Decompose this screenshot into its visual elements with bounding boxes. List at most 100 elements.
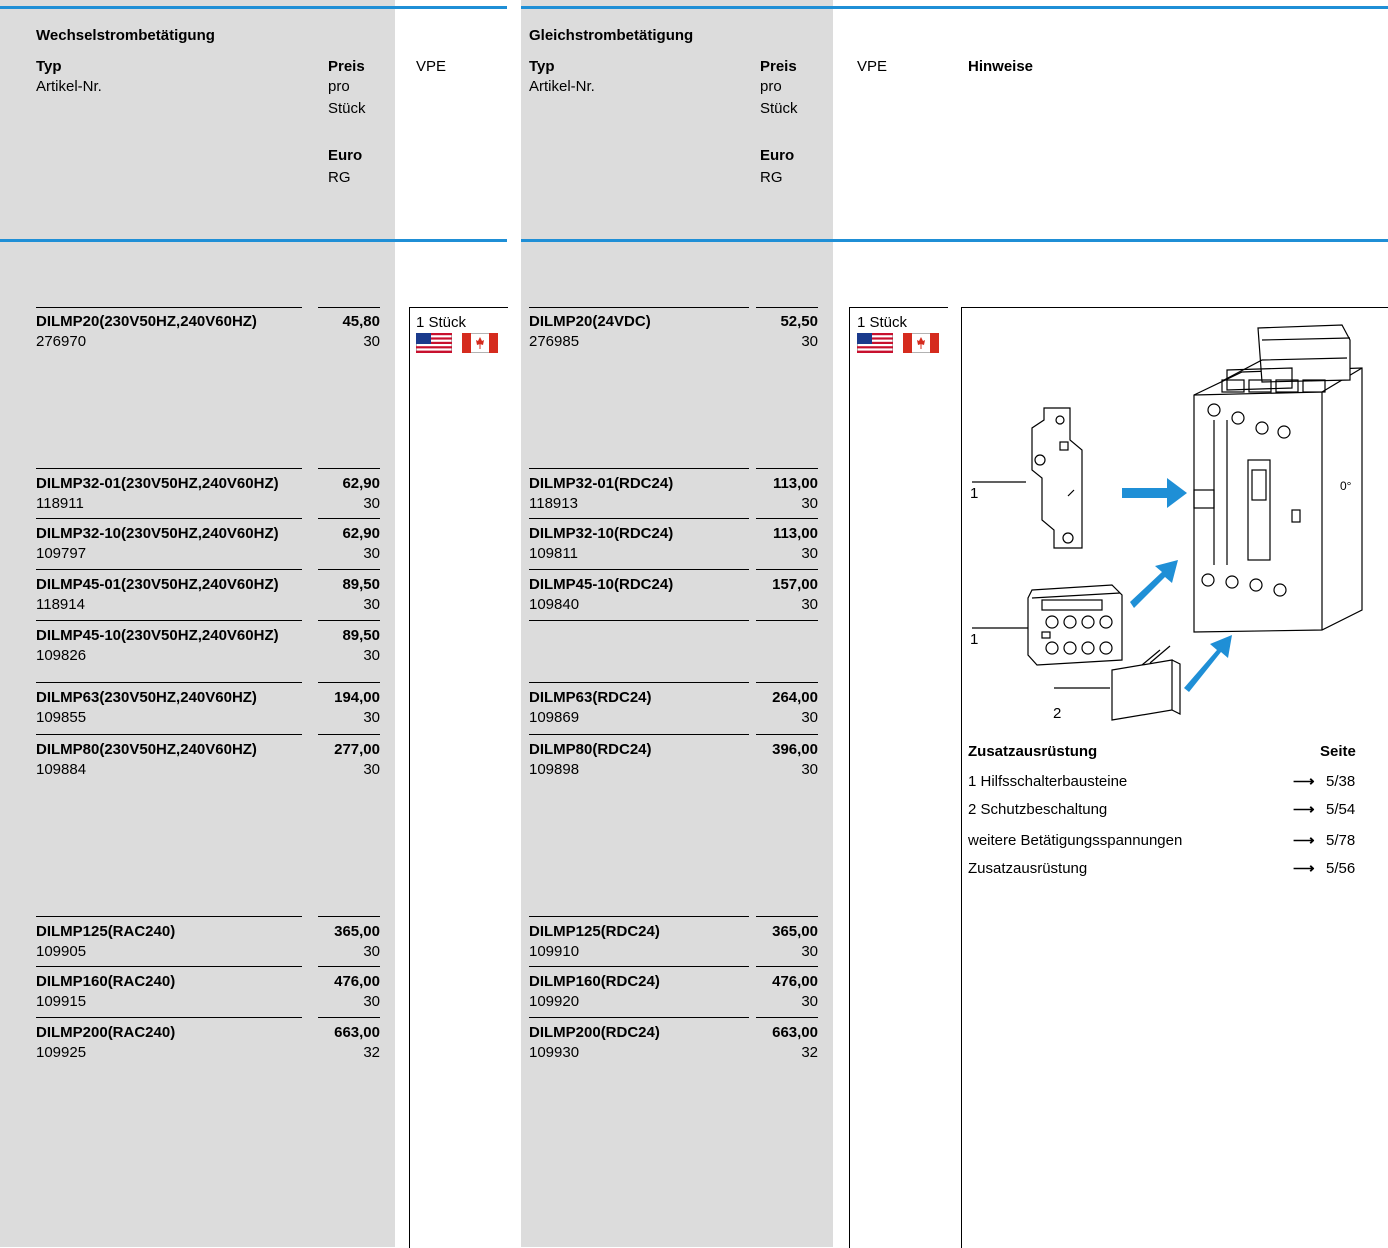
table-row-art: 276970 bbox=[36, 333, 87, 350]
note-item-page: 5/56 bbox=[1326, 860, 1356, 877]
note-item-page: 5/54 bbox=[1326, 801, 1356, 818]
note-item-arrow-icon: ⟶ bbox=[1293, 860, 1315, 877]
table-row-art: 109910 bbox=[529, 943, 580, 960]
table-row-rg: 32 bbox=[363, 1044, 380, 1061]
ac-preis-label: Preis bbox=[328, 58, 365, 75]
table-row-price: 89,50 bbox=[342, 576, 380, 593]
table-row-art: 109930 bbox=[529, 1044, 580, 1061]
table-row-rg: 30 bbox=[801, 495, 818, 512]
table-row-rg: 30 bbox=[363, 495, 380, 512]
table-row-price: 157,00 bbox=[772, 576, 818, 593]
table-row-price: 113,00 bbox=[772, 475, 818, 492]
table-row-rg: 30 bbox=[801, 596, 818, 613]
table-row-art: 109840 bbox=[529, 596, 580, 613]
table-row-art: 109925 bbox=[36, 1044, 87, 1061]
table-row-art: 118914 bbox=[36, 596, 85, 613]
table-row-rg: 30 bbox=[363, 647, 380, 664]
figure-label-1b: 1 bbox=[970, 631, 979, 648]
row-separator bbox=[318, 307, 380, 308]
table-row-type: DILMP200(RDC24) bbox=[529, 1024, 660, 1041]
table-row-rg: 30 bbox=[363, 545, 380, 562]
row-separator bbox=[36, 569, 302, 570]
row-separator bbox=[756, 620, 818, 621]
table-row-price: 264,00 bbox=[772, 689, 818, 706]
row-separator bbox=[529, 682, 749, 683]
row-separator bbox=[756, 518, 818, 519]
table-row-art: 109898 bbox=[529, 761, 580, 778]
notes-heading: Zusatzausrüstung bbox=[968, 743, 1098, 760]
us-flag-icon bbox=[415, 332, 453, 354]
row-separator bbox=[529, 518, 749, 519]
table-row-price: 45,80 bbox=[342, 313, 380, 330]
row-separator bbox=[318, 620, 380, 621]
table-row-price: 62,90 bbox=[342, 475, 380, 492]
row-separator bbox=[529, 307, 749, 308]
row-separator bbox=[529, 734, 749, 735]
row-separator bbox=[756, 1017, 818, 1018]
figure-label-2: 2 bbox=[1053, 705, 1062, 722]
note-item-label: weitere Betätigungsspannungen bbox=[968, 832, 1183, 849]
table-row-type: DILMP80(RDC24) bbox=[529, 741, 652, 758]
row-separator bbox=[36, 1017, 302, 1018]
table-row-art: 118913 bbox=[529, 495, 578, 512]
table-row-type: DILMP80(230V50HZ,240V60HZ) bbox=[36, 741, 257, 758]
contactor-illustration: 0° bbox=[972, 324, 1363, 721]
table-row-price: 62,90 bbox=[342, 525, 380, 542]
dc-vpe-label: VPE bbox=[857, 58, 888, 75]
row-separator bbox=[529, 569, 749, 570]
table-row-art: 118911 bbox=[36, 495, 84, 512]
table-row-price: 365,00 bbox=[772, 923, 818, 940]
row-separator bbox=[756, 468, 818, 469]
table-row-type: DILMP160(RDC24) bbox=[529, 973, 660, 990]
note-item-arrow-icon: ⟶ bbox=[1293, 773, 1315, 790]
row-separator bbox=[529, 468, 749, 469]
row-separator bbox=[318, 569, 380, 570]
dc-vpe-value: 1 Stück bbox=[857, 314, 908, 331]
table-row-rg: 30 bbox=[801, 761, 818, 778]
table-row-price: 365,00 bbox=[334, 923, 380, 940]
table-row-price: 663,00 bbox=[772, 1024, 818, 1041]
row-separator bbox=[318, 966, 380, 967]
header-rule-left bbox=[0, 239, 507, 242]
table-row-price: 476,00 bbox=[772, 973, 818, 990]
notes-page-heading: Seite bbox=[1320, 743, 1356, 760]
table-row-type: DILMP63(230V50HZ,240V60HZ) bbox=[36, 689, 257, 706]
table-row-rg: 30 bbox=[363, 761, 380, 778]
dc-preis-label: Preis bbox=[760, 58, 797, 75]
table-row-rg: 30 bbox=[801, 333, 818, 350]
row-separator bbox=[36, 916, 302, 917]
canada-flag-icon bbox=[902, 332, 940, 354]
row-separator bbox=[36, 620, 302, 621]
row-separator bbox=[36, 734, 302, 735]
dc-stueck-label: Stück bbox=[760, 100, 798, 117]
table-row-type: DILMP125(RAC240) bbox=[36, 923, 176, 940]
us-flag-icon bbox=[856, 332, 894, 354]
dc-flags bbox=[856, 332, 940, 354]
dc-vpe-box bbox=[849, 307, 948, 1248]
table-row-art: 276985 bbox=[529, 333, 580, 350]
top-rule-right bbox=[521, 6, 1388, 9]
table-row-type: DILMP20(24VDC) bbox=[529, 313, 651, 330]
note-item-arrow-icon: ⟶ bbox=[1293, 832, 1315, 849]
table-row-type: DILMP32-01(RDC24) bbox=[529, 475, 674, 492]
dc-typ-label: Typ bbox=[529, 58, 555, 75]
table-row-price: 194,00 bbox=[334, 689, 380, 706]
table-row-price: 663,00 bbox=[334, 1024, 380, 1041]
ac-vpe-value: 1 Stück bbox=[416, 314, 467, 331]
table-row-art: 109915 bbox=[36, 993, 87, 1010]
ac-pro-label: pro bbox=[328, 78, 350, 95]
dc-rg-label: RG bbox=[760, 169, 783, 186]
table-row-art: 109884 bbox=[36, 761, 87, 778]
table-row-type: DILMP32-01(230V50HZ,240V60HZ) bbox=[36, 475, 279, 492]
note-item-label: 2 Schutzbeschaltung bbox=[968, 801, 1108, 818]
table-row-type: DILMP45-10(230V50HZ,240V60HZ) bbox=[36, 627, 279, 644]
top-rule-left bbox=[0, 6, 507, 9]
ac-vpe-label: VPE bbox=[416, 58, 447, 75]
table-row-art: 109797 bbox=[36, 545, 87, 562]
row-separator bbox=[529, 916, 749, 917]
table-row-art: 109826 bbox=[36, 647, 87, 664]
row-separator bbox=[318, 734, 380, 735]
table-row-rg: 30 bbox=[363, 993, 380, 1010]
row-separator bbox=[36, 307, 302, 308]
row-separator bbox=[756, 916, 818, 917]
